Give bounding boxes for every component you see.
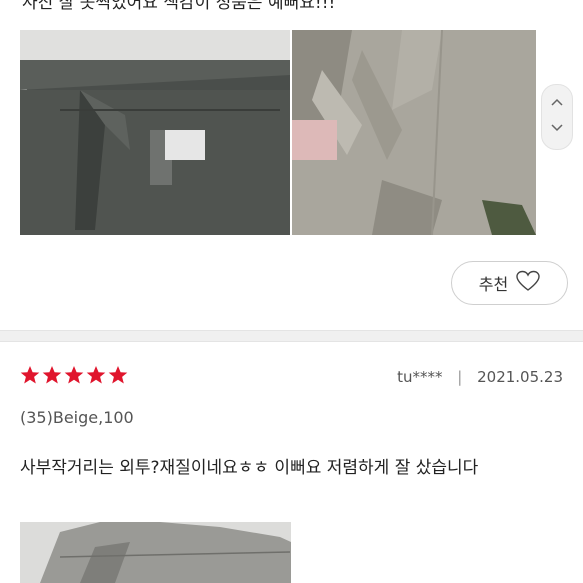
review-photo-3[interactable] (20, 522, 291, 583)
image-scroll-control[interactable] (541, 84, 573, 150)
review-photos (20, 30, 536, 235)
recommend-button[interactable]: 추천 (451, 261, 568, 305)
chevron-down-icon[interactable] (542, 121, 572, 135)
review-divider (0, 330, 583, 342)
star-icon (20, 366, 40, 384)
star-icon (64, 366, 84, 384)
review-text: 사부작거리는 외투?재질이네요ㅎㅎ 이뻐요 저렴하게 잘 샀습니다 (20, 458, 479, 478)
review-option: (35)Beige,100 (20, 408, 134, 427)
chevron-up-icon[interactable] (542, 95, 572, 109)
star-icon (108, 366, 128, 384)
previous-review-text: 사진 잘 못찍었어요 색감이 정품은 예뻐요!!! (22, 0, 336, 13)
recommend-label: 추천 (478, 275, 509, 294)
heart-outline-icon (516, 270, 540, 296)
meta-separator: | (457, 368, 463, 386)
review-photo-1[interactable] (20, 30, 290, 235)
review-photo-2[interactable] (292, 30, 536, 235)
star-icon (86, 366, 106, 384)
review-date: 2021.05.23 (477, 368, 563, 386)
star-rating (20, 365, 128, 385)
review-meta: tu**** | 2021.05.23 (397, 368, 563, 386)
star-icon (42, 366, 62, 384)
review-author: tu**** (397, 368, 443, 386)
